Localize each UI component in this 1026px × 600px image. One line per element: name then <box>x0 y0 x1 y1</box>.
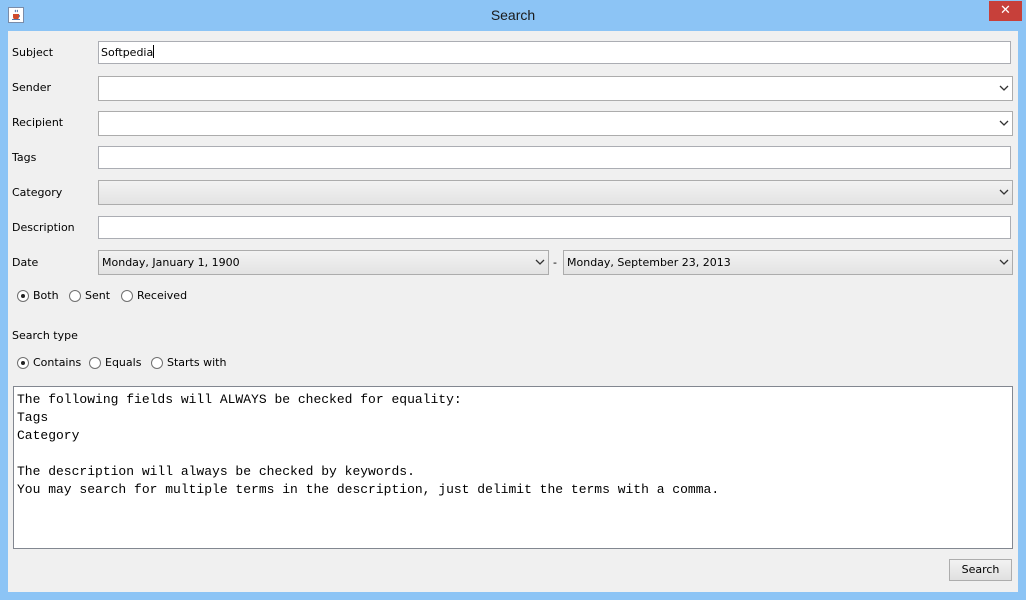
search-window: Search ✕ Subject Softpedia Sender Recipi… <box>0 0 1026 600</box>
radio-sent-label: Sent <box>85 289 111 302</box>
info-line <box>17 445 1009 463</box>
radio-received-label: Received <box>137 289 188 302</box>
tags-label: Tags <box>12 151 37 164</box>
info-line: Category <box>17 428 80 443</box>
title-bar[interactable]: Search ✕ <box>0 0 1026 31</box>
radio-contains-label: Contains <box>33 356 82 369</box>
date-from-picker[interactable]: Monday, January 1, 1900 <box>98 250 549 275</box>
radio-both-label: Both <box>33 289 59 302</box>
tags-input[interactable] <box>98 146 1011 169</box>
subject-value: Softpedia <box>101 46 154 59</box>
radio-button-icon <box>121 290 133 302</box>
info-line: Tags <box>17 410 49 425</box>
close-icon: ✕ <box>1000 3 1011 18</box>
direction-radio-group: Both Sent Received <box>17 289 417 305</box>
recipient-label: Recipient <box>12 116 64 129</box>
recipient-combobox[interactable] <box>98 111 1013 136</box>
category-combobox[interactable] <box>98 180 1013 205</box>
category-label: Category <box>12 186 63 199</box>
radio-button-icon <box>17 290 29 302</box>
date-from-value: Monday, January 1, 1900 <box>102 256 240 269</box>
search-type-label: Search type <box>12 329 78 342</box>
date-separator: - <box>553 256 557 269</box>
date-to-picker[interactable]: Monday, September 23, 2013 <box>563 250 1013 275</box>
subject-input[interactable]: Softpedia <box>98 41 1011 64</box>
radio-selected-dot <box>21 361 25 365</box>
radio-equals-label: Equals <box>105 356 142 369</box>
chevron-down-icon <box>999 85 1009 91</box>
radio-starts-with-label: Starts with <box>167 356 227 369</box>
chevron-down-icon <box>999 120 1009 126</box>
subject-label: Subject <box>12 46 54 59</box>
search-form: Subject Softpedia Sender Recipient Tags … <box>8 31 1018 592</box>
text-caret <box>153 45 155 58</box>
chevron-down-icon <box>535 259 545 265</box>
date-to-value: Monday, September 23, 2013 <box>567 256 731 269</box>
chevron-down-icon <box>999 259 1009 265</box>
radio-button-icon <box>17 357 29 369</box>
sender-combobox[interactable] <box>98 76 1013 101</box>
radio-selected-dot <box>21 294 25 298</box>
info-line: The following fields will ALWAYS be chec… <box>17 392 462 407</box>
window-title: Search <box>490 7 536 23</box>
info-line: The description will always be checked b… <box>17 464 415 479</box>
radio-button-icon <box>151 357 163 369</box>
search-type-radio-group: Contains Equals Starts with <box>17 356 417 372</box>
description-label: Description <box>12 221 75 234</box>
description-input[interactable] <box>98 216 1011 239</box>
radio-button-icon <box>89 357 101 369</box>
info-text-area[interactable]: The following fields will ALWAYS be chec… <box>13 386 1013 549</box>
close-button[interactable]: ✕ <box>989 1 1022 21</box>
sender-label: Sender <box>12 81 51 94</box>
info-line: You may search for multiple terms in the… <box>17 482 720 497</box>
chevron-down-icon <box>999 189 1009 195</box>
date-label: Date <box>12 256 39 269</box>
radio-button-icon <box>69 290 81 302</box>
search-button[interactable]: Search <box>949 559 1012 581</box>
